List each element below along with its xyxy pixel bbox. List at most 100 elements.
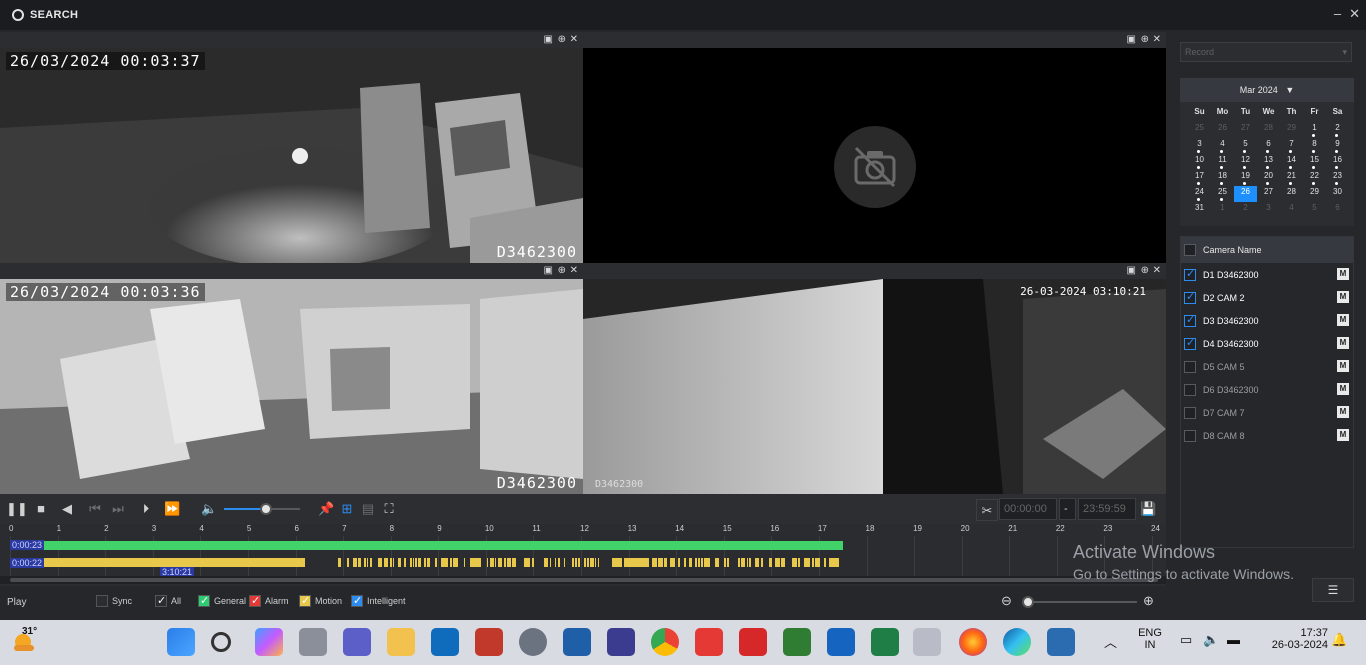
sync-checkbox[interactable] <box>96 595 108 607</box>
calendar-day[interactable]: 4 <box>1280 202 1303 218</box>
calendar-day[interactable]: 5 <box>1234 138 1257 154</box>
timeline-track-2[interactable] <box>10 558 1160 567</box>
pin-icon[interactable]: 📌 <box>318 501 334 517</box>
app-icon-4[interactable] <box>739 628 767 656</box>
task-view-icon[interactable] <box>299 628 327 656</box>
legend-sync[interactable]: Sync <box>96 595 132 607</box>
teams-icon[interactable] <box>343 628 371 656</box>
main-stream-button[interactable]: M <box>1337 268 1349 280</box>
excel-icon[interactable] <box>871 628 899 656</box>
active-app-icon[interactable] <box>913 628 941 656</box>
close-button[interactable]: ✕ <box>1349 6 1360 22</box>
calendar-day[interactable]: 4 <box>1211 138 1234 154</box>
calendar-day[interactable]: 16 <box>1326 154 1349 170</box>
camera-checkbox[interactable] <box>1184 290 1196 304</box>
camera-row[interactable]: D4 D3462300 M <box>1181 332 1353 355</box>
calendar-day[interactable]: 9 <box>1326 138 1349 154</box>
calendar-day[interactable]: 26 <box>1211 122 1234 138</box>
clip-scissors-icon[interactable]: ✂ <box>976 499 998 521</box>
snapshot-icon[interactable]: ▣ <box>1127 34 1136 45</box>
zoom-icon[interactable]: ⊕ <box>1141 34 1149 45</box>
clock[interactable]: 17:37 26-03-2024 <box>1258 627 1328 651</box>
zoom-icon[interactable]: ⊕ <box>1141 265 1149 276</box>
start-icon[interactable] <box>167 628 195 656</box>
camera-checkbox[interactable] <box>1184 336 1196 350</box>
speaker-icon[interactable]: 🔈 <box>1203 632 1219 648</box>
all-checkbox[interactable] <box>155 594 167 607</box>
calendar-day[interactable]: 10 <box>1188 154 1211 170</box>
edge-icon[interactable] <box>1003 628 1031 656</box>
clip-start-time[interactable]: 00:00:00 <box>999 498 1057 520</box>
calendar-day[interactable]: 18 <box>1211 170 1234 186</box>
zoom-in-icon[interactable]: ⊕ <box>1143 593 1154 609</box>
close-icon[interactable]: ✕ <box>1153 34 1161 45</box>
calendar-day[interactable]: 25 <box>1211 186 1234 202</box>
calendar-day[interactable]: 3 <box>1188 138 1211 154</box>
next-frame-icon[interactable]: ⏭ <box>110 501 126 517</box>
camera-row[interactable]: D6 D3462300 M <box>1181 378 1353 401</box>
chevron-up-icon[interactable]: ︿ <box>1104 632 1117 651</box>
camera-row[interactable]: D5 CAM 5 M <box>1181 355 1353 378</box>
settings-icon[interactable] <box>519 628 547 656</box>
battery-icon[interactable]: ▬ <box>1227 632 1240 647</box>
snapshot-icon[interactable]: ▣ <box>544 265 553 276</box>
calendar-day[interactable]: 1 <box>1211 202 1234 218</box>
calendar-day[interactable]: 1 <box>1303 122 1326 138</box>
calendar-day[interactable]: 8 <box>1303 138 1326 154</box>
calendar-day[interactable]: 2 <box>1326 122 1349 138</box>
main-stream-button[interactable]: M <box>1337 291 1349 303</box>
timeline-track-1[interactable] <box>10 541 1160 550</box>
previous-frame-icon[interactable]: ⏮ <box>87 501 103 517</box>
volume-slider-handle[interactable] <box>259 503 272 515</box>
minimize-button[interactable]: – <box>1334 6 1341 22</box>
reverse-play-icon[interactable]: ◀ <box>59 501 75 517</box>
camera-row[interactable]: D1 D3462300 M <box>1181 263 1353 286</box>
calendar-day[interactable]: 25 <box>1188 122 1211 138</box>
fast-play-icon[interactable]: ⏩ <box>164 501 180 517</box>
main-stream-button[interactable]: M <box>1337 337 1349 349</box>
calendar-day[interactable]: 13 <box>1257 154 1280 170</box>
intelligent-checkbox[interactable] <box>351 594 363 607</box>
calendar-day[interactable]: 27 <box>1234 122 1257 138</box>
camera-checkbox[interactable] <box>1184 360 1196 373</box>
alarm-checkbox[interactable] <box>249 594 261 607</box>
calendar-day[interactable]: 23 <box>1326 170 1349 186</box>
stop-icon[interactable]: ■ <box>33 501 49 517</box>
calendar-day[interactable]: 12 <box>1234 154 1257 170</box>
snapshot-icon[interactable]: ▣ <box>1127 265 1136 276</box>
calendar-day[interactable]: 21 <box>1280 170 1303 186</box>
calendar-day[interactable]: 26 <box>1234 186 1257 202</box>
camera-row[interactable]: D3 D3462300 M <box>1181 309 1353 332</box>
anydesk-icon[interactable] <box>695 628 723 656</box>
volume-icon[interactable]: 🔈 <box>201 501 217 517</box>
general-checkbox[interactable] <box>198 594 210 607</box>
calendar-day[interactable]: 24 <box>1188 186 1211 202</box>
outlook-icon[interactable] <box>431 628 459 656</box>
fullscreen-icon[interactable]: ⛶ <box>381 501 397 517</box>
calendar-day[interactable]: 19 <box>1234 170 1257 186</box>
camera-checkbox[interactable] <box>1184 406 1196 419</box>
search-icon[interactable] <box>211 632 231 652</box>
copilot-icon[interactable] <box>255 628 283 656</box>
clip-end-time[interactable]: 23:59:59 <box>1078 498 1136 520</box>
zoom-region-icon[interactable]: ⊞ <box>339 501 355 517</box>
zoom-icon[interactable]: ⊕ <box>558 265 566 276</box>
calendar-day[interactable]: 20 <box>1257 170 1280 186</box>
camera-checkbox[interactable] <box>1184 429 1196 442</box>
camera-row[interactable]: D8 CAM 8 M <box>1181 424 1353 447</box>
snapshot-icon[interactable]: ▣ <box>544 34 553 45</box>
app-icon-7[interactable] <box>1047 628 1075 656</box>
calendar-day[interactable]: 2 <box>1234 202 1257 218</box>
close-icon[interactable]: ✕ <box>570 34 578 45</box>
calendar-day[interactable]: 29 <box>1280 122 1303 138</box>
main-stream-button[interactable]: M <box>1337 429 1349 441</box>
calendar-day[interactable]: 27 <box>1257 186 1280 202</box>
calendar-day[interactable]: 11 <box>1211 154 1234 170</box>
select-all-checkbox[interactable] <box>1184 244 1196 256</box>
calendar-day[interactable]: 5 <box>1303 202 1326 218</box>
pause-icon[interactable]: ❚❚ <box>6 501 28 517</box>
timeline-zoom-slider[interactable] <box>1022 596 1137 608</box>
calendar-day[interactable]: 22 <box>1303 170 1326 186</box>
app-icon-5[interactable] <box>783 628 811 656</box>
calendar-day[interactable]: 6 <box>1257 138 1280 154</box>
